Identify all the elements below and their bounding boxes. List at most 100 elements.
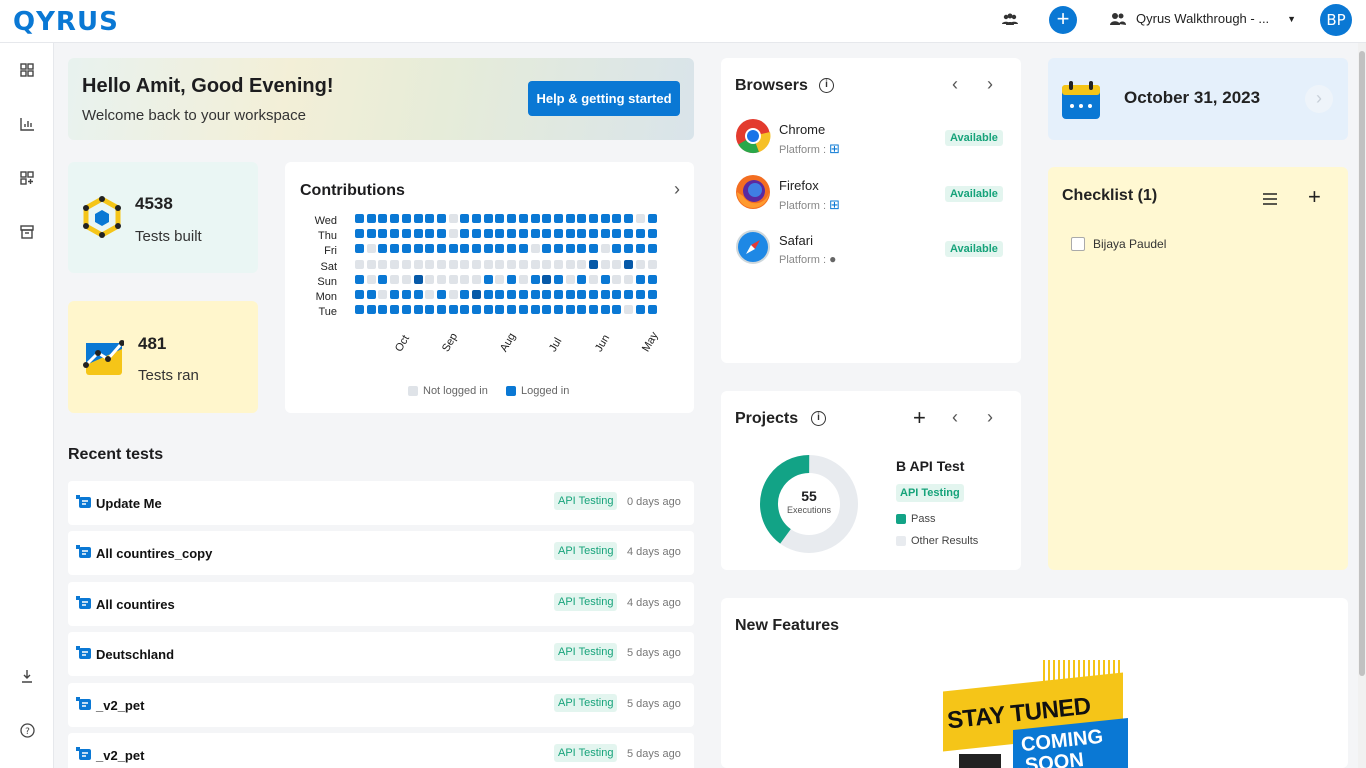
contribution-cell[interactable]	[624, 290, 634, 299]
contribution-cell[interactable]	[378, 305, 388, 315]
checklist-item[interactable]: Bijaya Paudel	[1071, 237, 1166, 251]
contribution-cell[interactable]	[542, 244, 552, 254]
contribution-cell[interactable]	[518, 229, 528, 239]
contribution-cell[interactable]	[448, 274, 458, 284]
contribution-cell[interactable]	[589, 244, 598, 254]
help-icon[interactable]: ?	[18, 723, 36, 741]
recent-test-row[interactable]: Deutschland API Testing 5 days ago	[68, 632, 694, 677]
contribution-cell[interactable]	[542, 290, 552, 299]
contribution-cell[interactable]	[612, 229, 622, 239]
contribution-cell[interactable]	[390, 305, 400, 315]
contribution-cell[interactable]	[448, 244, 458, 254]
contribution-cell[interactable]	[600, 259, 610, 269]
contribution-cell[interactable]	[436, 244, 446, 254]
contribution-cell[interactable]	[565, 214, 575, 223]
contribution-cell[interactable]	[436, 274, 446, 284]
contribution-cell[interactable]	[401, 274, 411, 284]
contribution-cell[interactable]	[624, 274, 634, 284]
contribution-cell[interactable]	[542, 274, 552, 284]
contribution-cell[interactable]	[355, 290, 364, 299]
contribution-cell[interactable]	[483, 259, 493, 269]
contribution-cell[interactable]	[390, 274, 400, 284]
contribution-cell[interactable]	[495, 274, 505, 284]
contribution-cell[interactable]	[518, 259, 528, 269]
contribution-cell[interactable]	[612, 305, 622, 315]
contribution-cell[interactable]	[355, 259, 364, 269]
contribution-cell[interactable]	[565, 244, 575, 254]
contribution-cell[interactable]	[483, 290, 493, 299]
contribution-cell[interactable]	[530, 305, 540, 315]
app-logo[interactable]: QYRUS	[13, 7, 119, 37]
contribution-cell[interactable]	[472, 274, 481, 284]
contribution-cell[interactable]	[577, 259, 587, 269]
chevron-left-icon[interactable]: ‹	[952, 74, 958, 95]
contribution-cell[interactable]	[495, 290, 505, 299]
contribution-cell[interactable]	[495, 214, 505, 223]
contribution-cell[interactable]	[624, 305, 634, 315]
contribution-cell[interactable]	[600, 229, 610, 239]
apps-add-icon[interactable]	[18, 171, 36, 189]
contribution-cell[interactable]	[472, 290, 481, 299]
contribution-cell[interactable]	[647, 244, 657, 254]
contribution-cell[interactable]	[612, 244, 622, 254]
contribution-cell[interactable]	[472, 259, 481, 269]
info-icon[interactable]: i	[811, 411, 826, 426]
contribution-cell[interactable]	[366, 305, 376, 315]
contribution-cell[interactable]	[600, 274, 610, 284]
contribution-cell[interactable]	[366, 274, 376, 284]
contribution-cell[interactable]	[553, 259, 563, 269]
contribution-cell[interactable]	[460, 214, 470, 223]
contribution-cell[interactable]	[577, 290, 587, 299]
contribution-cell[interactable]	[589, 214, 598, 223]
contribution-cell[interactable]	[472, 244, 481, 254]
contribution-cell[interactable]	[448, 259, 458, 269]
contribution-cell[interactable]	[355, 274, 364, 284]
contribution-cell[interactable]	[518, 305, 528, 315]
dashboard-icon[interactable]	[18, 63, 36, 81]
contribution-cell[interactable]	[542, 214, 552, 223]
add-checklist-icon[interactable]: +	[1308, 184, 1321, 210]
contribution-cell[interactable]	[472, 305, 481, 315]
contribution-cell[interactable]	[448, 214, 458, 223]
contribution-cell[interactable]	[460, 229, 470, 239]
contribution-cell[interactable]	[448, 229, 458, 239]
contribution-cell[interactable]	[647, 305, 657, 315]
contribution-cell[interactable]	[390, 229, 400, 239]
contribution-cell[interactable]	[366, 214, 376, 223]
contribution-cell[interactable]	[507, 214, 517, 223]
contribution-cell[interactable]	[553, 290, 563, 299]
recent-test-row[interactable]: Update Me API Testing 0 days ago	[68, 481, 694, 525]
contribution-cell[interactable]	[483, 305, 493, 315]
checkbox[interactable]	[1071, 237, 1085, 251]
contribution-cell[interactable]	[355, 305, 364, 315]
chevron-right-icon[interactable]: ›	[987, 407, 993, 428]
page-scrollbar[interactable]	[1358, 43, 1366, 768]
contribution-cell[interactable]	[600, 244, 610, 254]
contribution-cell[interactable]	[413, 214, 423, 223]
contribution-cell[interactable]	[553, 229, 563, 239]
contribution-cell[interactable]	[518, 214, 528, 223]
list-icon[interactable]	[1262, 192, 1278, 206]
contribution-cell[interactable]	[612, 274, 622, 284]
contribution-cell[interactable]	[589, 274, 598, 284]
team-icon[interactable]	[1001, 12, 1019, 31]
contribution-cell[interactable]	[565, 274, 575, 284]
recent-test-row[interactable]: All countires API Testing 4 days ago	[68, 581, 694, 626]
contribution-cell[interactable]	[589, 229, 598, 239]
contribution-cell[interactable]	[425, 290, 435, 299]
download-icon[interactable]	[18, 669, 36, 687]
contribution-cell[interactable]	[378, 244, 388, 254]
contribution-cell[interactable]	[413, 274, 423, 284]
contribution-cell[interactable]	[425, 274, 435, 284]
add-project-icon[interactable]: +	[913, 405, 926, 431]
contribution-cell[interactable]	[483, 214, 493, 223]
contribution-cell[interactable]	[635, 305, 645, 315]
contribution-cell[interactable]	[507, 259, 517, 269]
contribution-cell[interactable]	[390, 259, 400, 269]
contribution-cell[interactable]	[472, 214, 481, 223]
contribution-cell[interactable]	[553, 305, 563, 315]
contribution-cell[interactable]	[436, 229, 446, 239]
contribution-cell[interactable]	[542, 259, 552, 269]
contribution-cell[interactable]	[495, 244, 505, 254]
contribution-cell[interactable]	[530, 244, 540, 254]
